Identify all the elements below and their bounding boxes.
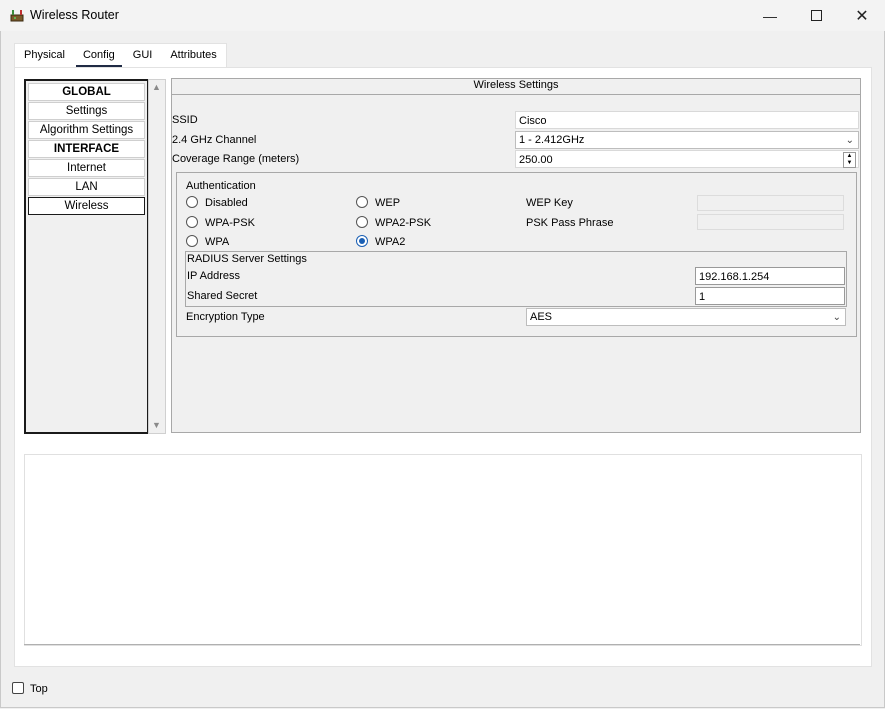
scroll-up-icon[interactable]: ▲ <box>152 82 161 92</box>
shared-secret-label: Shared Secret <box>187 290 258 302</box>
encryption-type-label: Encryption Type <box>186 311 265 323</box>
sidebar-list: GLOBAL Settings Algorithm Settings INTER… <box>24 79 149 434</box>
maximize-icon <box>810 10 822 21</box>
sidebar-item-internet[interactable]: Internet <box>28 159 145 177</box>
tab-gui[interactable]: GUI <box>124 44 162 68</box>
radio-wep[interactable] <box>356 196 368 208</box>
tab-physical[interactable]: Physical <box>15 44 74 68</box>
radio-wpa2-label: WPA2 <box>375 236 406 248</box>
encryption-type-select[interactable]: AES ⌄ <box>526 308 846 326</box>
sidebar-item-settings[interactable]: Settings <box>28 102 145 120</box>
scroll-down-icon[interactable]: ▼ <box>152 420 161 430</box>
output-area <box>24 454 862 646</box>
radio-wpa-label: WPA <box>205 236 230 248</box>
top-checkbox-label: Top <box>30 683 48 695</box>
channel-select[interactable]: 1 - 2.412GHz ⌄ <box>515 131 859 149</box>
ssid-label: SSID <box>172 114 198 126</box>
window-title: Wireless Router <box>30 8 119 22</box>
tab-config[interactable]: Config <box>74 44 124 68</box>
wep-key-label: WEP Key <box>526 197 573 209</box>
sidebar-item-lan[interactable]: LAN <box>28 178 145 196</box>
channel-value: 1 - 2.412GHz <box>519 134 585 146</box>
ssid-input[interactable]: Cisco <box>515 111 859 129</box>
spinner-arrows-icon[interactable]: ▲ ▼ <box>843 152 856 168</box>
radio-wpa[interactable] <box>186 235 198 247</box>
sidebar-scrollbar[interactable]: ▲ ▼ <box>148 79 166 434</box>
tab-attributes[interactable]: Attributes <box>161 44 225 68</box>
close-icon: ✕ <box>855 7 869 25</box>
chevron-down-icon: ⌄ <box>845 135 854 146</box>
minimize-button[interactable]: — <box>747 0 793 31</box>
minimize-icon: — <box>763 7 777 24</box>
divider <box>24 644 860 645</box>
radio-disabled[interactable] <box>186 196 198 208</box>
top-checkbox[interactable] <box>12 682 24 694</box>
sidebar-item-interface[interactable]: INTERFACE <box>28 140 145 158</box>
ip-address-input[interactable]: 192.168.1.254 <box>695 267 845 285</box>
radius-title: RADIUS Server Settings <box>187 253 307 265</box>
psk-pass-phrase-field <box>697 214 844 230</box>
maximize-button[interactable] <box>793 0 839 31</box>
coverage-label: Coverage Range (meters) <box>172 153 300 165</box>
sidebar-item-wireless[interactable]: Wireless <box>28 197 145 215</box>
shared-secret-input[interactable]: 1 <box>695 287 845 305</box>
radio-wpa-psk[interactable] <box>186 216 198 228</box>
coverage-value: 250.00 <box>519 154 553 166</box>
radio-wep-label: WEP <box>375 197 401 209</box>
ip-address-label: IP Address <box>187 270 240 282</box>
psk-pass-phrase-label: PSK Pass Phrase <box>526 217 614 229</box>
router-icon <box>10 10 24 22</box>
wep-key-field <box>697 195 844 211</box>
channel-label: 2.4 GHz Channel <box>172 134 257 146</box>
radio-wpa2[interactable] <box>356 235 368 247</box>
radio-disabled-label: Disabled <box>205 197 248 209</box>
sidebar-item-global[interactable]: GLOBAL <box>28 83 145 101</box>
encryption-type-value: AES <box>530 311 553 323</box>
coverage-spinner[interactable]: 250.00 ▲ ▼ <box>515 150 859 168</box>
radio-wpa2-psk[interactable] <box>356 216 368 228</box>
panel-header: Wireless Settings <box>172 79 860 95</box>
tab-strip: Physical Config GUI Attributes <box>14 43 227 68</box>
authentication-title: Authentication <box>186 180 256 192</box>
sidebar-item-algorithm-settings[interactable]: Algorithm Settings <box>28 121 145 139</box>
radio-wpa2-psk-label: WPA2-PSK <box>375 217 432 229</box>
radio-wpa-psk-label: WPA-PSK <box>205 217 255 229</box>
chevron-down-icon: ⌄ <box>832 312 841 323</box>
close-button[interactable]: ✕ <box>839 0 885 31</box>
